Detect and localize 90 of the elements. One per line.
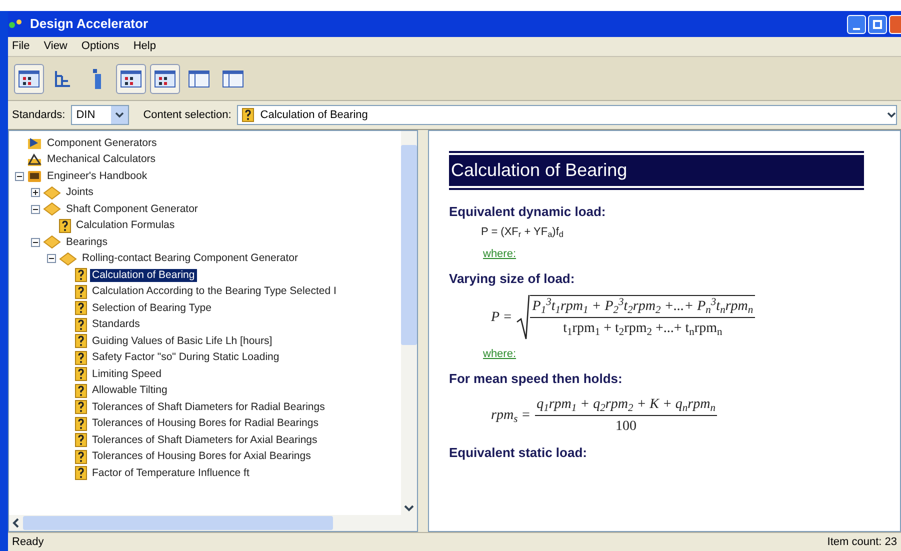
chevron-down-icon [115, 112, 124, 118]
tree-item[interactable]: Limiting Speed [90, 368, 164, 381]
maximize-button[interactable] [868, 14, 887, 34]
help-page-icon [75, 268, 87, 282]
help-page-icon [75, 400, 87, 414]
book-icon [27, 169, 42, 184]
tree-item[interactable]: Bearings [64, 236, 110, 249]
tree-item[interactable]: Tolerances of Housing Bores for Radial Bearings [90, 417, 320, 430]
tree-item[interactable]: Guiding Values of Basic Life Lh [hours] [90, 334, 274, 348]
menu-item[interactable]: Help [133, 38, 156, 55]
standards-label: Standards: [12, 108, 66, 123]
content-selection-label: Content selection: [143, 108, 232, 123]
grid-icon [120, 70, 142, 88]
help-page-icon [75, 367, 87, 382]
help-page-icon [75, 416, 87, 431]
help-page-icon [75, 301, 87, 316]
grid-icon [18, 70, 40, 88]
collapse-box[interactable] [15, 172, 24, 181]
status-text: Ready [12, 534, 44, 550]
bar-icon [92, 68, 102, 90]
help-page-icon [59, 218, 71, 233]
toolbar-button[interactable] [14, 64, 44, 94]
toolbar-button[interactable] [116, 64, 146, 94]
section-heading: Equivalent dynamic load: [449, 203, 607, 221]
collapse-box[interactable] [47, 254, 56, 264]
toolbar-button[interactable] [150, 64, 180, 94]
tree-item[interactable]: Mechanical Calculators [45, 153, 158, 166]
tree-item[interactable]: Calculation Formulas [74, 219, 177, 232]
denominator: 100 [616, 418, 637, 436]
where-link[interactable]: where: [483, 348, 516, 360]
menu-item[interactable]: View [44, 38, 68, 55]
diamond-icon [59, 252, 77, 266]
tree-item[interactable]: Calculation According to the Bearing Type Selected I [90, 285, 338, 298]
tree-item[interactable]: Component Generators [45, 136, 159, 150]
help-page-icon [75, 433, 87, 448]
tree-item[interactable]: Tolerances of Shaft Diameters for Radial Bearings [90, 400, 327, 414]
triangle-icon [27, 152, 42, 167]
help-page-icon [242, 108, 254, 122]
tree-item[interactable]: Shaft Component Generator [64, 202, 200, 216]
help-page-icon [75, 466, 87, 480]
close-button[interactable] [889, 14, 901, 34]
tree-item[interactable]: Factor of Temperature Influence ft [90, 466, 252, 480]
vertical-scrollbar[interactable] [401, 131, 417, 515]
help-page-icon [75, 318, 87, 332]
where-link[interactable]: where: [483, 248, 516, 260]
minimize-button[interactable] [847, 14, 866, 34]
panel-icon [188, 70, 210, 88]
help-page-icon [75, 334, 87, 348]
tree-item[interactable]: Engineer's Handbook [45, 170, 150, 183]
help-page-icon [75, 284, 87, 299]
numerator: P$_{1}$$^{3}$t$_{1}$rpm$_{1}$ + P$_{2}$$^{3}$t$_{2}$rpm$_{2}$ +...+ P$_{n}$$^{3}$t$_{n}$rpm$_{n}$ [530, 296, 756, 318]
horizontal-scrollbar[interactable] [9, 515, 417, 531]
content-selection-dropdown[interactable]: Calculation of Bearing [237, 105, 897, 125]
app-logo-icon [8, 18, 24, 30]
diamond-icon [43, 202, 61, 216]
collapse-box[interactable] [31, 204, 40, 214]
tree-item[interactable]: Calculation of Bearing [90, 268, 197, 282]
section-heading: Equivalent static load: [449, 444, 588, 462]
tree-item[interactable]: Rolling-contact Bearing Component Generator [80, 252, 300, 266]
window-title: Design Accelerator [30, 15, 148, 34]
document-title: Calculation of Bearing [449, 155, 864, 186]
collapse-box[interactable] [31, 238, 40, 247]
tree-item[interactable]: Tolerances of Shaft Diameters for Axial Bearings [90, 434, 320, 447]
tree-item[interactable]: Standards [90, 318, 142, 332]
section-heading: Varying size of load: [449, 270, 576, 288]
tree-icon [53, 68, 73, 88]
chevron-down-icon [887, 112, 896, 118]
tree-item[interactable]: Joints [64, 186, 96, 200]
formula-lhs: rpm$_{s}$ = [491, 407, 531, 426]
formula: P = (XF$_{r}$ + YF$_{a}$)f$_{d}$ [480, 224, 564, 240]
tree-item[interactable]: Allowable Tilting [90, 384, 170, 398]
help-page-icon [75, 350, 87, 365]
tree-item[interactable]: Safety Factor "so" During Static Loading [90, 351, 282, 364]
section-heading: For mean speed then holds: [449, 370, 624, 388]
panel-icon [222, 70, 244, 88]
numerator: q$_{1}$rpm$_{1}$ + q$_{2}$rpm$_{2}$ + K + q$_{n}$rpm$_{n}$ [534, 394, 718, 416]
item-count: Item count: 23 [827, 534, 897, 550]
tree-item[interactable]: Selection of Bearing Type [90, 302, 214, 315]
formula-lhs: P = [491, 308, 512, 326]
menu-item[interactable]: Options [81, 38, 120, 55]
expand-box[interactable] [31, 188, 40, 198]
tree-item[interactable]: Tolerances of Housing Bores for Axial Bearings [90, 450, 313, 464]
help-page-icon [75, 450, 87, 464]
diamond-icon [43, 186, 61, 200]
denominator: t$_{1}$rpm$_{1}$ + t$_{2}$rpm$_{2}$ +...+ t$_{n}$rpm$_{n}$ [563, 320, 722, 339]
menu-item[interactable]: File [12, 38, 30, 55]
diamond-icon [43, 235, 61, 250]
help-page-icon [75, 384, 87, 398]
grid-icon [154, 70, 176, 88]
standards-dropdown[interactable]: DIN [71, 105, 130, 125]
